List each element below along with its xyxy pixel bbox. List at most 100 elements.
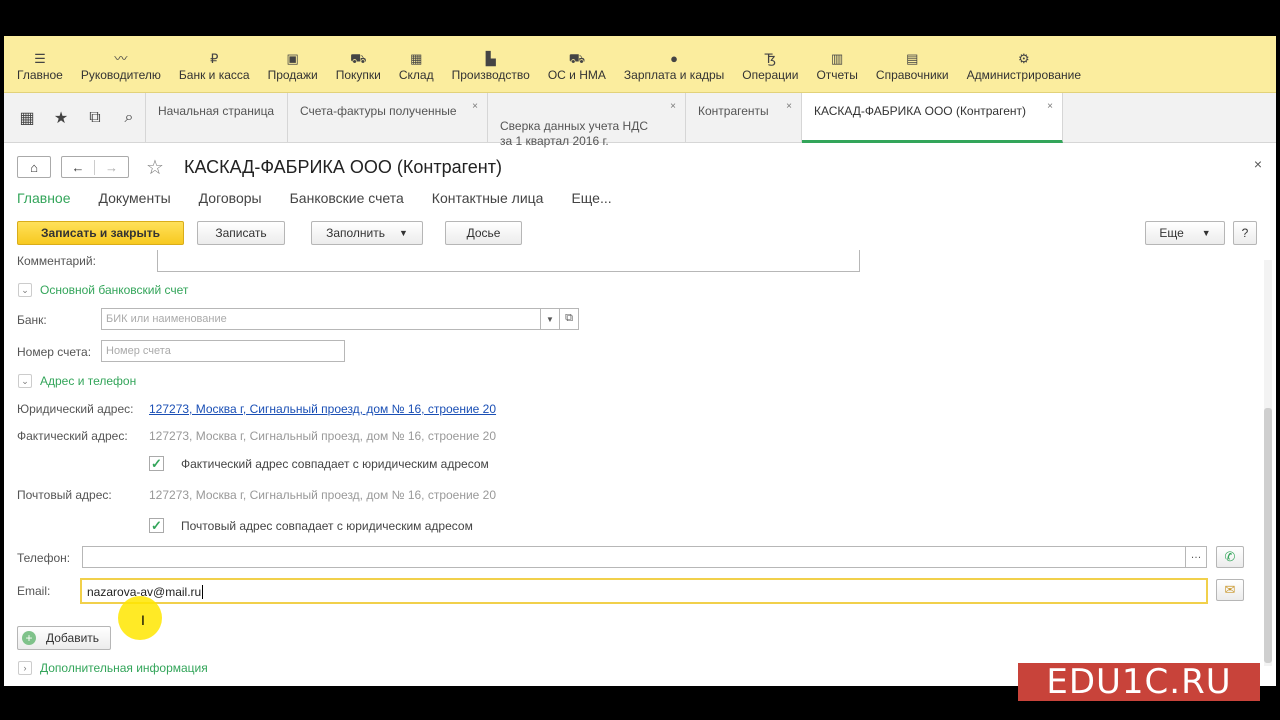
- tab-invoices[interactable]: Счета-фактуры полученные ×: [288, 93, 488, 143]
- comment-input[interactable]: [157, 250, 860, 272]
- history-icon[interactable]: ⧉: [80, 109, 110, 127]
- tab-vat-check[interactable]: Сверка данных учета НДС за 1 квартал 201…: [488, 93, 686, 148]
- save-and-close-button[interactable]: Записать и закрыть: [17, 221, 184, 245]
- forward-arrow-icon[interactable]: →: [95, 160, 128, 175]
- postal-same-checkbox[interactable]: ✓: [149, 518, 164, 533]
- search-icon[interactable]: ⌕: [114, 109, 144, 127]
- extra-info-group-header[interactable]: › Дополнительная информация: [18, 661, 208, 675]
- person-icon: ●: [670, 51, 679, 66]
- text-cursor-icon: I: [141, 612, 145, 628]
- open-link-icon: ⧉: [565, 312, 573, 324]
- more-button[interactable]: Еще ▼: [1145, 221, 1225, 245]
- tab-documents[interactable]: Документы: [99, 190, 171, 206]
- section-label: Склад: [398, 68, 434, 82]
- account-label: Номер счета:: [17, 345, 92, 359]
- section-label: Зарплата и кадры: [623, 68, 725, 82]
- actual-same-checkbox[interactable]: ✓: [149, 456, 164, 471]
- apps-grid-icon[interactable]: ▦: [12, 108, 42, 128]
- bank-input[interactable]: БИК или наименование: [101, 308, 541, 330]
- tab-label: Сверка данных учета НДС за 1 квартал 201…: [500, 119, 649, 148]
- tab-main[interactable]: Главное: [17, 190, 71, 206]
- tab-home[interactable]: Начальная страница: [146, 93, 288, 143]
- favorite-star-icon[interactable]: ☆: [146, 155, 164, 180]
- tab-counterparty-card[interactable]: КАСКАД-ФАБРИКА ООО (Контрагент) ×: [802, 93, 1063, 143]
- tab-label: Счета-фактуры полученные: [300, 104, 457, 118]
- bank-dropdown-button[interactable]: ▼: [540, 308, 560, 330]
- phone-select-button[interactable]: …: [1185, 546, 1207, 568]
- gear-icon: ⚙: [1018, 51, 1030, 66]
- postal-address-label: Почтовый адрес:: [17, 488, 112, 502]
- section-label: Продажи: [267, 68, 318, 82]
- section-item[interactable]: ▣ Продажи: [259, 36, 327, 92]
- close-form-icon[interactable]: ×: [1254, 156, 1262, 172]
- address-group-header[interactable]: ⌄ Адрес и телефон: [18, 374, 136, 388]
- account-placeholder: Номер счета: [106, 345, 171, 357]
- phone-label: Телефон:: [17, 551, 71, 565]
- bank-placeholder: БИК или наименование: [106, 313, 227, 325]
- dropdown-arrow-icon: ▼: [1201, 228, 1211, 238]
- scrollbar-thumb[interactable]: [1264, 408, 1272, 663]
- fill-button[interactable]: Заполнить ▼: [311, 221, 423, 245]
- section-label: Производство: [451, 68, 530, 82]
- section-item[interactable]: ⚙ Администрирование: [958, 36, 1090, 92]
- section-item[interactable]: ▦ Склад: [390, 36, 443, 92]
- home-icon: ⌂: [30, 159, 38, 175]
- add-button[interactable]: + Добавить: [17, 626, 111, 650]
- legal-address-link[interactable]: 127273, Москва г, Сигнальный проезд, дом…: [149, 402, 496, 416]
- close-tab-icon[interactable]: ×: [472, 99, 478, 114]
- actual-address-value: 127273, Москва г, Сигнальный проезд, дом…: [149, 429, 497, 443]
- form-tabs: Главное Документы Договоры Банковские сч…: [17, 190, 612, 206]
- section-item[interactable]: ☰ Главное: [8, 36, 72, 92]
- section-item[interactable]: ▙ Производство: [443, 36, 539, 92]
- tab-bank-accounts[interactable]: Банковские счета: [290, 190, 404, 206]
- tab-contracts[interactable]: Договоры: [199, 190, 262, 206]
- bank-group-header[interactable]: ⌄ Основной банковский счет: [18, 283, 188, 297]
- actual-address-label: Фактический адрес:: [17, 429, 128, 443]
- bank-label: Банк:: [17, 313, 47, 327]
- dropdown-arrow-icon: ▼: [546, 315, 554, 324]
- close-tab-icon[interactable]: ×: [786, 99, 792, 114]
- section-label: Справочники: [875, 68, 949, 82]
- tab-contacts[interactable]: Контактные лица: [432, 190, 544, 206]
- save-button[interactable]: Записать: [197, 221, 285, 245]
- email-input[interactable]: nazarova-av@mail.ru: [80, 578, 1208, 604]
- chevron-down-icon: ⌄: [18, 374, 32, 388]
- favorites-star-icon[interactable]: ★: [46, 108, 76, 128]
- cursor-highlight: [118, 596, 162, 640]
- close-tab-icon[interactable]: ×: [670, 99, 676, 114]
- chevron-right-icon: ›: [18, 661, 32, 675]
- section-item[interactable]: ₽ Банк и касса: [170, 36, 259, 92]
- section-item[interactable]: ⛟ Покупки: [327, 36, 390, 92]
- close-tab-icon[interactable]: ×: [1047, 99, 1053, 114]
- call-button[interactable]: ✆: [1216, 546, 1244, 568]
- section-label: Главное: [17, 68, 63, 82]
- section-item[interactable]: ▥ Отчеты: [807, 36, 866, 92]
- sections-bar: ☰ Главное 〰 Руководителю ₽ Банк и касса ▣ Прода…: [4, 36, 1276, 93]
- home-button[interactable]: ⌂: [17, 156, 51, 178]
- section-item[interactable]: ⛟ ОС и НМА: [539, 36, 615, 92]
- help-button[interactable]: ?: [1233, 221, 1257, 245]
- coin-icon: ₽: [210, 51, 219, 66]
- watermark-logo: EDU1C.RU: [1018, 662, 1260, 702]
- tab-label: Начальная страница: [158, 104, 275, 118]
- bank-open-button[interactable]: ⧉: [559, 308, 579, 330]
- section-item[interactable]: ● Зарплата и кадры: [615, 36, 733, 92]
- dossier-button[interactable]: Досье: [445, 221, 522, 245]
- send-email-button[interactable]: ✉: [1216, 579, 1244, 601]
- app-window: ☰ Главное 〰 Руководителю ₽ Банк и касса ▣ Прода…: [4, 36, 1276, 686]
- section-item[interactable]: 〰 Руководителю: [72, 36, 170, 92]
- warehouse-icon: ▦: [410, 51, 423, 66]
- section-item[interactable]: Ꜩ Операции: [733, 36, 807, 92]
- section-label: Администрирование: [966, 68, 1082, 82]
- account-input[interactable]: Номер счета: [101, 340, 345, 362]
- back-arrow-icon[interactable]: ←: [62, 159, 96, 175]
- vertical-scrollbar[interactable]: [1264, 260, 1272, 666]
- tab-more[interactable]: Еще...: [571, 190, 611, 206]
- tab-counterparties[interactable]: Контрагенты ×: [686, 93, 802, 143]
- phone-input[interactable]: [82, 546, 1186, 568]
- section-item[interactable]: ▤ Справочники: [867, 36, 958, 92]
- extra-info-label: Дополнительная информация: [40, 661, 208, 675]
- address-group-label: Адрес и телефон: [40, 374, 137, 388]
- postal-address-value: 127273, Москва г, Сигнальный проезд, дом…: [149, 488, 497, 502]
- open-tabs-bar: ▦ ★ ⧉ ⌕ Начальная страница Счета-фактуры…: [4, 93, 1276, 148]
